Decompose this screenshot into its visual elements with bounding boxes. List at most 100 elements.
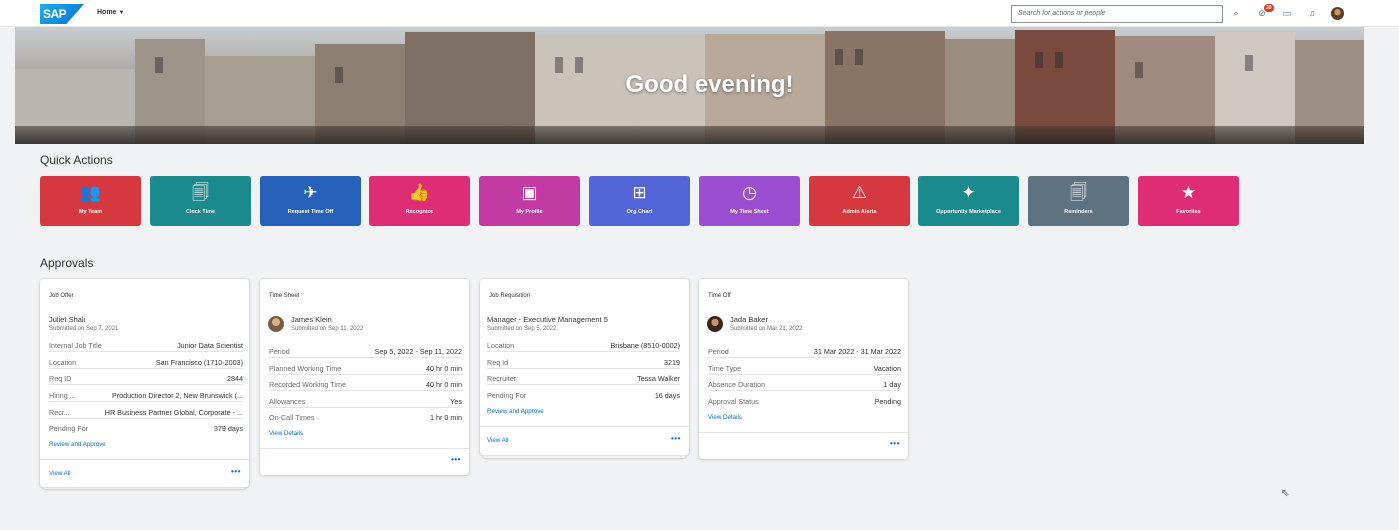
- my-team-icon: 👥: [79, 183, 102, 202]
- quick-action-label: Opportunity Marketplace: [936, 209, 1001, 215]
- card-divider: [40, 459, 249, 460]
- view-details-link[interactable]: View Details: [269, 430, 303, 437]
- approvals-title: Approvals: [40, 256, 94, 270]
- quick-action-label: My Time Sheet: [730, 209, 769, 215]
- card-name: Juliet Shali: [49, 315, 86, 324]
- quick-action-label: Request Time Off: [287, 209, 334, 215]
- bell-icon[interactable]: ♫: [1306, 7, 1318, 19]
- quick-action-my-team[interactable]: 👥 My Team: [40, 176, 141, 226]
- view-all-link[interactable]: View All: [49, 470, 71, 477]
- card-row: Hiring ... Production Director 2, New Bru…: [49, 391, 243, 402]
- card-name: James Klein: [291, 315, 332, 324]
- mouse-cursor-icon: ⇖: [1281, 488, 1290, 499]
- clock-time-icon: 🗐: [192, 183, 209, 202]
- quick-action-my-time-sheet[interactable]: ◷ My Time Sheet: [699, 176, 800, 226]
- card-row: Location Brisbane (8510-0002): [487, 341, 680, 352]
- card-submitted: Submitted on Mar 21, 2022: [730, 326, 803, 332]
- card-row: Period 31 Mar 2022 - 31 Mar 2022: [708, 347, 901, 358]
- card-row: Recruiter Tessa Walker: [487, 374, 680, 385]
- home-menu[interactable]: Home ▼: [97, 9, 124, 16]
- card-type: Time Sheet: [269, 293, 300, 299]
- approval-card-time-sheet[interactable]: Time Sheet James Klein Submitted on Sep …: [260, 279, 469, 475]
- quick-action-recognize[interactable]: 👍 Recognize: [369, 176, 470, 226]
- request-time-off-icon: ✈: [303, 183, 318, 202]
- quick-action-my-profile[interactable]: ▣ My Profile: [479, 176, 580, 226]
- review-approve-link[interactable]: Review and Approve: [49, 441, 106, 448]
- more-icon[interactable]: •••: [671, 434, 681, 443]
- quick-action-label: My Profile: [516, 209, 543, 215]
- more-icon[interactable]: •••: [451, 455, 461, 464]
- card-row: Pending For 379 days: [49, 424, 243, 433]
- home-label: Home: [97, 9, 117, 16]
- card-submitted: Submitted on Sep 5, 2022: [487, 326, 557, 332]
- card-row: Approval Status Pending: [708, 397, 901, 406]
- admin-alerts-icon: ⚠: [851, 183, 868, 202]
- card-row: Pending For 16 days: [487, 391, 680, 400]
- quick-action-label: Clock Time: [185, 209, 216, 215]
- card-type: Job Offer: [49, 293, 74, 299]
- notification-badge: 39: [1264, 4, 1274, 12]
- card-row: Req ID 2844: [49, 374, 243, 385]
- card-divider: [699, 432, 908, 433]
- card-row: Allowances Yes: [269, 397, 462, 408]
- card-row: Req Id 3219: [487, 358, 680, 369]
- card-row: Recorded Working Time 40 hr 0 min: [269, 380, 462, 391]
- approval-card-time-off[interactable]: Time Off Jada Baker Submitted on Mar 21,…: [699, 279, 908, 459]
- search-input[interactable]: Search for actions or people: [1011, 5, 1223, 23]
- quick-action-opportunity-marketplace[interactable]: ✦ Opportunity Marketplace: [918, 176, 1019, 226]
- chevron-down-icon: ▼: [118, 10, 125, 16]
- quick-action-label: Admin Alerts: [842, 209, 877, 215]
- card-name: Jada Baker: [730, 315, 768, 324]
- more-icon[interactable]: •••: [231, 467, 241, 476]
- review-approve-link[interactable]: Review and Approve: [487, 408, 544, 415]
- quick-action-reminders[interactable]: 🗐 Reminders: [1028, 176, 1129, 226]
- card-row: Period Sep 5, 2022 - Sep 11, 2022: [269, 347, 462, 358]
- greeting-text: Good evening!: [625, 71, 794, 98]
- card-row: Planned Working Time 40 hr 0 min: [269, 364, 462, 375]
- quick-action-org-chart[interactable]: ⊞ Org Chart: [589, 176, 690, 226]
- hero-banner: Good evening!: [15, 27, 1364, 144]
- avatar: [707, 316, 723, 332]
- favorites-icon: ★: [1180, 183, 1197, 202]
- card-row: Recr... HR Business Partner Global, Corpo…: [49, 408, 243, 419]
- card-row: Time Type Vacation: [708, 364, 901, 375]
- quick-actions-title: Quick Actions: [40, 153, 113, 167]
- search-icon[interactable]: ⌕: [1230, 7, 1242, 19]
- card-type: Time Off: [708, 293, 731, 299]
- quick-action-clock-time[interactable]: 🗐 Clock Time: [150, 176, 251, 226]
- card-divider: [260, 448, 469, 449]
- quick-action-favorites[interactable]: ★ Favorites: [1138, 176, 1239, 226]
- logo-text: SAP: [43, 7, 67, 21]
- quick-action-admin-alerts[interactable]: ⚠ Admin Alerts: [809, 176, 910, 226]
- approval-card-job-offer[interactable]: Job Offer Juliet Shali Submitted on Sep …: [40, 279, 249, 487]
- quick-action-label: Favorites: [1176, 209, 1201, 215]
- avatar: [268, 316, 284, 332]
- card-name: Manager - Executive Management 5: [487, 315, 608, 324]
- shell-bar: SAP Home ▼ Search for actions or people ⌕…: [0, 0, 1399, 27]
- view-details-link[interactable]: View Details: [708, 414, 742, 421]
- recognize-icon: 👍: [408, 183, 431, 202]
- quick-action-label: Recognize: [405, 209, 434, 215]
- quick-action-label: Org Chart: [626, 209, 653, 215]
- sap-logo[interactable]: SAP: [40, 4, 84, 24]
- org-chart-icon: ⊞: [632, 183, 647, 202]
- card-row: Location San Francisco (1710-2003): [49, 358, 243, 369]
- card-submitted: Submitted on Sep 7, 2021: [49, 326, 119, 332]
- quick-action-label: Reminders: [1064, 209, 1093, 215]
- approval-card-job-requisition[interactable]: Job Requisition Manager - Executive Mana…: [480, 279, 689, 455]
- chat-icon[interactable]: ▭: [1281, 7, 1293, 19]
- card-row: On-Call Times 1 hr 0 min: [269, 413, 462, 422]
- reminders-icon: 🗐: [1070, 183, 1087, 202]
- view-all-link[interactable]: View All: [487, 437, 509, 444]
- card-row: Absence Duration 1 day: [708, 380, 901, 391]
- my-profile-icon: ▣: [521, 183, 538, 202]
- card-type: Job Requisition: [489, 293, 531, 299]
- card-divider: [480, 426, 689, 427]
- more-icon[interactable]: •••: [890, 439, 900, 448]
- quick-action-request-time-off[interactable]: ✈ Request Time Off: [260, 176, 361, 226]
- quick-action-label: My Team: [78, 209, 103, 215]
- my-time-sheet-icon: ◷: [742, 183, 757, 202]
- card-submitted: Submitted on Sep 11, 2022: [291, 326, 364, 332]
- opportunity-marketplace-icon: ✦: [961, 183, 976, 202]
- avatar[interactable]: [1331, 7, 1344, 20]
